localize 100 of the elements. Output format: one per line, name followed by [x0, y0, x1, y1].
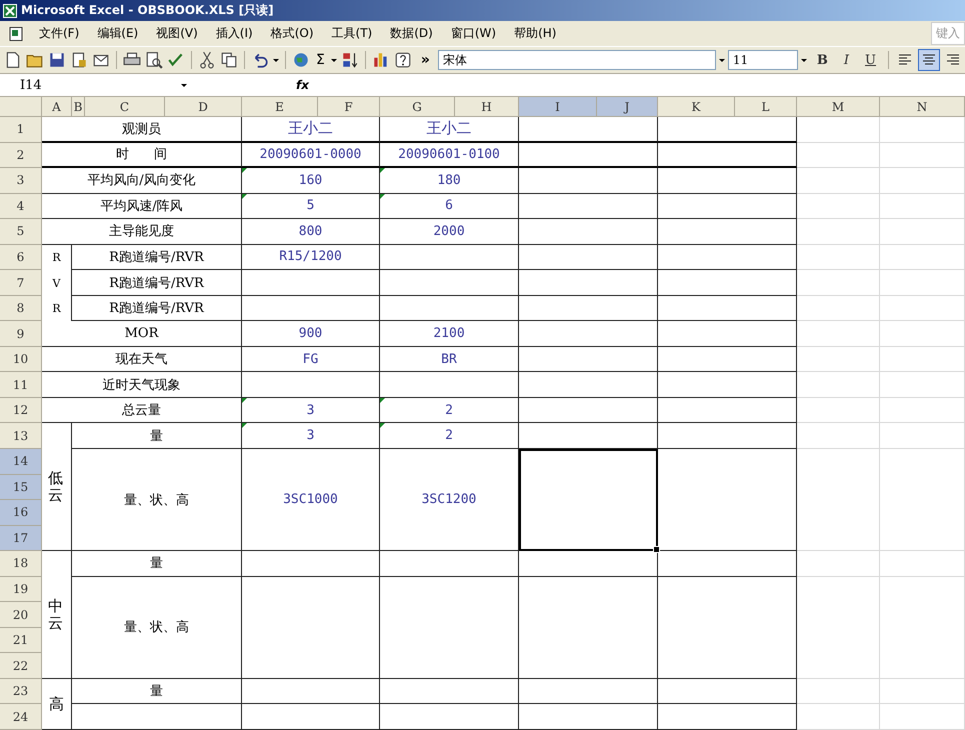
- table-cell: R15/1200: [242, 244, 380, 270]
- row-header[interactable]: 18: [0, 551, 42, 577]
- table-cell: 3: [242, 398, 380, 424]
- row-header[interactable]: 24: [0, 704, 42, 730]
- row-header[interactable]: 8: [0, 296, 42, 322]
- table-cell: 观测员: [42, 117, 242, 143]
- italic-button[interactable]: I: [836, 52, 856, 68]
- table-cell: BR: [380, 346, 519, 372]
- row-header[interactable]: 19: [0, 576, 42, 602]
- table-cell: 平均风速/阵风: [42, 194, 242, 220]
- column-header[interactable]: G: [380, 97, 455, 117]
- column-header[interactable]: J: [597, 97, 658, 117]
- menu-item[interactable]: 数据(D): [381, 25, 442, 42]
- row-header[interactable]: 22: [0, 653, 42, 679]
- menu-item[interactable]: 工具(T): [322, 25, 382, 42]
- row-header[interactable]: 5: [0, 219, 42, 245]
- column-header[interactable]: K: [658, 97, 735, 117]
- row-header[interactable]: 20: [0, 602, 42, 628]
- menu-item[interactable]: 视图(V): [147, 25, 207, 42]
- table-cell: 时 间: [42, 142, 242, 168]
- row-header[interactable]: 16: [0, 500, 42, 526]
- row-header[interactable]: 4: [0, 194, 42, 220]
- column-header[interactable]: F: [318, 97, 380, 117]
- menu-item[interactable]: 文件(F): [30, 25, 88, 42]
- table-cell: 高: [42, 678, 72, 730]
- bold-button[interactable]: B: [810, 52, 835, 68]
- row-header[interactable]: 17: [0, 526, 42, 552]
- row-header[interactable]: 6: [0, 244, 42, 270]
- column-header[interactable]: N: [880, 97, 965, 117]
- row-header[interactable]: 23: [0, 678, 42, 704]
- row-header[interactable]: 13: [0, 423, 42, 450]
- table-cell: 平均风向/风向变化: [42, 168, 242, 194]
- table-cell: MOR: [42, 321, 242, 347]
- column-header[interactable]: C: [85, 97, 165, 117]
- row-header[interactable]: 12: [0, 398, 42, 424]
- table-cell: 5: [242, 194, 380, 220]
- row-header[interactable]: 15: [0, 474, 42, 500]
- table-cell: 2000: [380, 219, 519, 245]
- menu-item[interactable]: 插入(I): [206, 25, 262, 42]
- table-cell: 3SC1000: [242, 449, 380, 552]
- column-header[interactable]: M: [797, 97, 880, 117]
- row-header[interactable]: 14: [0, 449, 42, 475]
- align-left-icon: [898, 53, 912, 67]
- error-indicator-icon: [380, 194, 385, 199]
- row-header[interactable]: 9: [0, 321, 42, 347]
- font-dropdown[interactable]: 宋体: [438, 50, 716, 70]
- error-indicator-icon: [242, 423, 247, 428]
- toolbar-overflow-button[interactable]: »: [414, 52, 436, 68]
- column-header[interactable]: D: [165, 97, 242, 117]
- table-cell: 量: [72, 678, 242, 704]
- column-header[interactable]: H: [455, 97, 519, 117]
- menu-item[interactable]: 帮助(H): [505, 25, 566, 42]
- table-cell: R跑道编号/RVR: [72, 270, 242, 296]
- error-indicator-icon: [380, 423, 385, 428]
- copy-icon[interactable]: [219, 50, 239, 70]
- table-cell: 2: [380, 423, 519, 450]
- selected-cell[interactable]: [519, 449, 658, 552]
- row-header[interactable]: 1: [0, 117, 42, 143]
- print-preview-icon[interactable]: [144, 50, 164, 70]
- align-button[interactable]: [918, 49, 940, 71]
- table-cell: R跑道编号/RVR: [72, 244, 242, 270]
- row-header[interactable]: 7: [0, 270, 42, 296]
- table-cell: 主导能见度: [42, 219, 242, 245]
- menu-item[interactable]: 窗口(W): [442, 25, 506, 42]
- align-right-icon: [946, 53, 960, 67]
- column-header[interactable]: A: [42, 97, 72, 117]
- name-box[interactable]: I14: [0, 78, 180, 92]
- error-indicator-icon: [242, 194, 247, 199]
- table-cell: 20090601-0000: [242, 142, 380, 168]
- column-header[interactable]: E: [242, 97, 318, 117]
- table-cell: 王小二: [242, 117, 380, 143]
- table-cell: 王小二: [380, 117, 519, 143]
- window-title: Microsoft Excel - OBSBOOK.XLS [只读]: [21, 2, 274, 19]
- row-header[interactable]: 11: [0, 372, 42, 398]
- autosum-button[interactable]: Σ: [313, 52, 328, 68]
- row-header[interactable]: 10: [0, 346, 42, 372]
- menu-item[interactable]: 编辑(E): [88, 25, 148, 42]
- row-header[interactable]: 3: [0, 168, 42, 194]
- row-header[interactable]: 21: [0, 628, 42, 654]
- column-header[interactable]: I: [519, 97, 597, 117]
- table-cell: 180: [380, 168, 519, 194]
- menu-item[interactable]: 格式(O): [262, 25, 323, 42]
- help-icon[interactable]: [392, 50, 413, 70]
- table-cell: 900: [242, 321, 380, 347]
- error-indicator-icon: [242, 398, 247, 403]
- column-header[interactable]: L: [735, 97, 797, 117]
- insert-function-button[interactable]: fx: [288, 78, 317, 92]
- error-indicator-icon: [380, 168, 385, 174]
- table-cell: 160: [242, 168, 380, 194]
- column-header[interactable]: B: [72, 97, 85, 117]
- table-cell: 量: [72, 423, 242, 450]
- row-header[interactable]: 2: [0, 142, 42, 168]
- table-cell: 6: [380, 194, 519, 220]
- document-icon[interactable]: [8, 26, 24, 42]
- underline-button[interactable]: U: [858, 52, 884, 68]
- table-cell: V: [42, 270, 72, 296]
- font-size-dropdown[interactable]: 11: [728, 50, 798, 70]
- excel-logo-icon: [3, 4, 17, 18]
- table-cell: 中云: [42, 551, 72, 679]
- table-cell: 800: [242, 219, 380, 245]
